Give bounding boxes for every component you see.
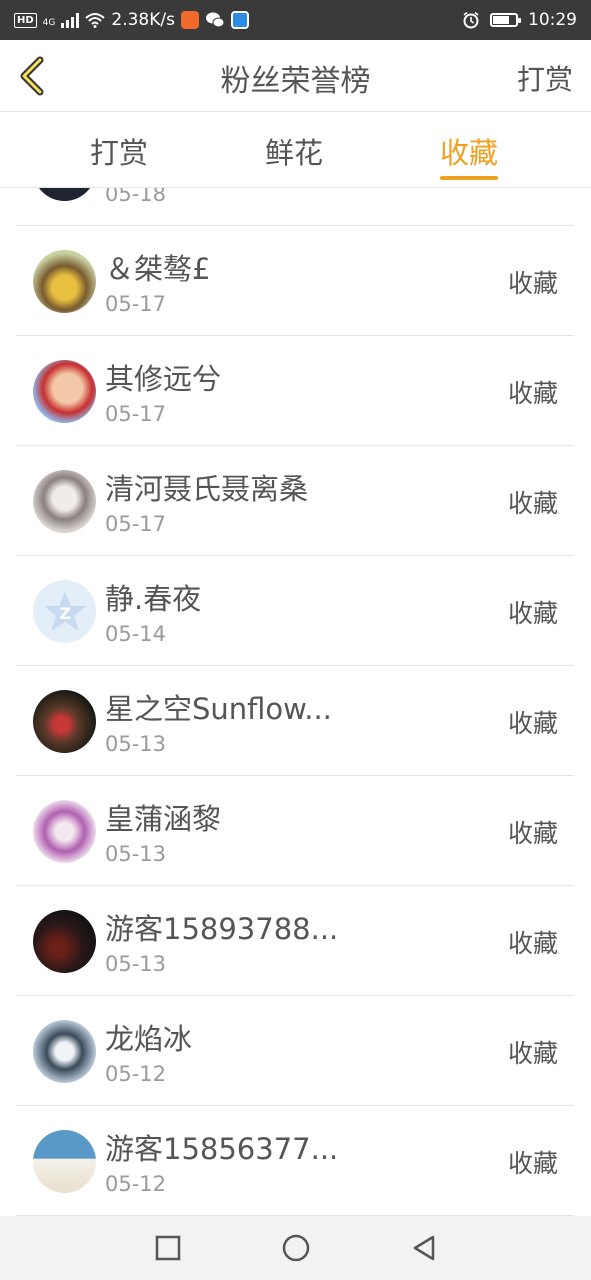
tab-bar: 打赏 鲜花 收藏 [0,112,591,188]
avatar [33,1130,96,1193]
tab-flowers[interactable]: 鲜花 [265,130,323,172]
item-date: 05-12 [105,1172,167,1196]
user-name: 星之空Sunflow... [105,692,332,726]
home-button[interactable] [282,1234,310,1262]
tab-reward[interactable]: 打赏 [90,130,148,172]
list-item[interactable]: ＆桀骜£ 05-17 收藏 [16,226,574,336]
tab-favorites[interactable]: 收藏 [440,130,499,180]
system-nav-bar [0,1216,591,1280]
favorite-label: 收藏 [507,379,558,408]
list-item[interactable]: 05-18 [16,188,574,226]
avatar [33,470,96,533]
list-item[interactable]: 皇蒲涵黎 05-13 收藏 [16,776,574,886]
user-name: 龙焰冰 [105,1022,193,1056]
avatar [33,360,96,423]
favorite-label: 收藏 [507,929,558,958]
reward-button[interactable]: 打赏 [517,58,573,98]
app-header: 粉丝荣誉榜 打赏 [0,40,591,112]
user-name: ＆桀骜£ [105,252,211,286]
favorite-label: 收藏 [507,1039,558,1068]
item-date: 05-12 [105,1062,167,1086]
item-date: 05-18 [105,188,167,206]
list-item[interactable]: 星之空Sunflow... 05-13 收藏 [16,666,574,776]
list-item[interactable]: Z 静.春夜 05-14 收藏 [16,556,574,666]
avatar [33,1020,96,1083]
recents-button[interactable] [154,1234,182,1262]
avatar [33,800,96,863]
list-item[interactable]: 游客15893788... 05-13 收藏 [16,886,574,996]
fan-list[interactable]: 05-18 ＆桀骜£ 05-17 收藏 其修远兮 05-17 收藏 清河聂氏聂离… [16,188,574,1216]
item-date: 05-17 [105,402,167,426]
video-app-icon [180,11,199,29]
avatar [33,250,96,313]
wifi-icon [85,13,106,28]
circle-icon [282,1234,309,1262]
favorite-label: 收藏 [507,599,558,628]
item-date: 05-17 [105,292,167,316]
favorite-label: 收藏 [507,269,558,298]
user-name: 清河聂氏聂离桑 [105,472,309,506]
avatar [33,690,96,753]
favorite-label: 收藏 [507,1149,558,1178]
browser-app-icon [230,11,249,29]
network-type: 4G [42,18,56,28]
list-item[interactable]: 其修远兮 05-17 收藏 [16,336,574,446]
tab-label: 收藏 [440,136,499,170]
active-tab-indicator [440,176,499,180]
item-date: 05-13 [105,842,167,866]
tab-label: 鲜花 [265,136,324,170]
item-date: 05-17 [105,512,167,536]
user-name: 其修远兮 [105,362,222,396]
item-date: 05-13 [105,732,167,756]
list-item[interactable]: 清河聂氏聂离桑 05-17 收藏 [16,446,574,556]
user-name: 皇蒲涵黎 [105,802,222,836]
triangle-back-icon [413,1235,434,1261]
user-name: 游客15893788... [105,912,339,946]
list-item[interactable]: 游客15856377... 05-12 收藏 [16,1106,574,1216]
network-speed: 2.38K/s [111,10,175,30]
favorite-label: 收藏 [507,709,558,738]
tab-label: 打赏 [90,136,149,170]
battery-icon [490,13,521,27]
wechat-icon [205,12,225,28]
avatar: Z [33,580,96,643]
signal-icon [61,12,80,28]
back-nav-button[interactable] [410,1234,438,1262]
hd-badge: HD [14,12,37,28]
user-name: 静.春夜 [105,582,202,616]
item-date: 05-14 [105,622,167,646]
favorite-label: 收藏 [507,489,558,518]
page-title: 粉丝荣誉榜 [220,64,371,99]
avatar [33,188,96,201]
square-icon [155,1235,180,1261]
alarm-icon [463,11,479,29]
avatar [33,910,96,973]
clock: 10:29 [528,10,577,30]
svg-text:Z: Z [59,604,71,623]
list-item[interactable]: 龙焰冰 05-12 收藏 [16,996,574,1106]
status-bar: HD 4G 2.38K/s 10:29 [0,0,591,40]
star-icon: Z [43,591,86,631]
user-name: 游客15856377... [105,1132,339,1166]
item-date: 05-13 [105,952,167,976]
favorite-label: 收藏 [507,819,558,848]
